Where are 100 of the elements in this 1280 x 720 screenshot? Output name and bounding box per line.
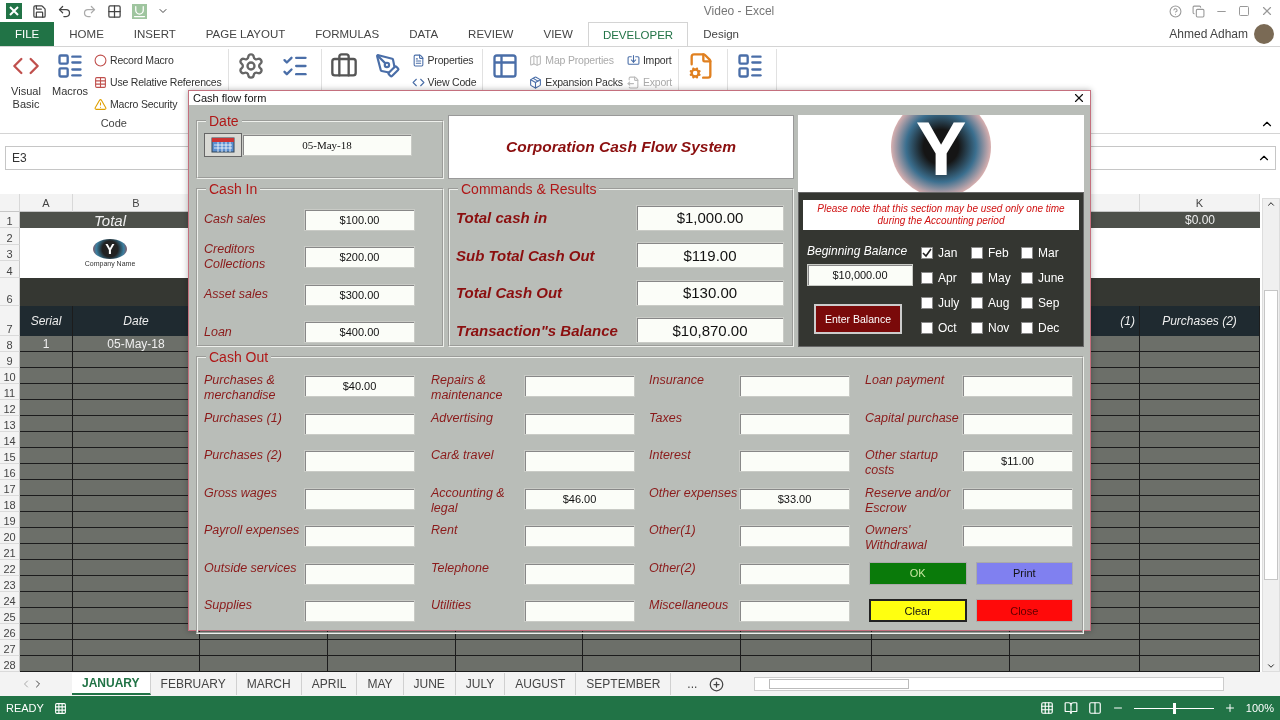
row-header[interactable]: 9	[0, 352, 20, 369]
row-header[interactable]: 4	[0, 261, 20, 279]
column-header[interactable]: A	[20, 194, 73, 212]
scroll-thumb[interactable]	[769, 679, 910, 689]
amount-field[interactable]	[524, 450, 635, 472]
result-field[interactable]: $130.00	[636, 279, 784, 306]
amount-field[interactable]	[962, 412, 1073, 435]
amount-field[interactable]	[304, 450, 415, 472]
column-header[interactable]: K	[1140, 194, 1260, 212]
amount-field[interactable]	[524, 412, 635, 435]
horizontal-scrollbar[interactable]	[754, 677, 1225, 691]
calendar-button[interactable]	[204, 133, 242, 157]
row-header[interactable]: 21	[0, 544, 20, 561]
amount-field[interactable]	[304, 562, 415, 585]
amount-field[interactable]	[524, 375, 635, 397]
amount-field[interactable]	[962, 375, 1073, 397]
ribbon-tab[interactable]: DEVELOPER	[587, 22, 689, 46]
amount-field[interactable]	[524, 525, 635, 547]
row-header[interactable]: 13	[0, 416, 20, 433]
toolbox-icon[interactable]	[329, 52, 358, 80]
form-button[interactable]: Close	[975, 599, 1073, 623]
row-header[interactable]: 12	[0, 400, 20, 417]
amount-field[interactable]: $40.00	[304, 375, 415, 397]
amount-field[interactable]	[739, 375, 850, 397]
vertical-scrollbar[interactable]	[1262, 198, 1280, 672]
row-header[interactable]: 24	[0, 592, 20, 609]
checkbox[interactable]	[1021, 296, 1033, 309]
ribbon-button[interactable]: Record Macro	[94, 51, 222, 69]
sheet-tab[interactable]: SEPTEMBER	[576, 673, 672, 695]
page-layout-icon[interactable]	[1063, 701, 1078, 715]
sheet-tab[interactable]: APRIL	[301, 673, 358, 695]
checkbox[interactable]	[921, 296, 933, 309]
row-header[interactable]: 22	[0, 560, 20, 577]
row-header[interactable]: 17	[0, 480, 20, 497]
amount-field[interactable]	[524, 562, 635, 585]
amount-field[interactable]	[304, 600, 415, 622]
sheet-tab[interactable]: AUGUST	[505, 673, 577, 695]
page-break-icon[interactable]	[1087, 701, 1102, 715]
checkbox[interactable]	[971, 296, 983, 309]
form-button[interactable]: Clear	[869, 599, 967, 623]
row-header[interactable]: 19	[0, 512, 20, 529]
row-header[interactable]: 26	[0, 624, 20, 641]
amount-field[interactable]: $11.00	[962, 450, 1073, 472]
visual-basic-button[interactable]: Visual Basic	[6, 49, 46, 117]
amount-field[interactable]: $46.00	[524, 487, 635, 510]
form-button[interactable]: OK	[869, 561, 967, 585]
row-header[interactable]: 14	[0, 432, 20, 449]
more-sheets[interactable]: ...	[687, 677, 698, 691]
ribbon-tab[interactable]: FILE	[0, 22, 55, 46]
amount-field[interactable]: $300.00	[304, 283, 415, 306]
list-icon[interactable]	[736, 52, 765, 80]
checkbox[interactable]	[1021, 271, 1033, 284]
sheet-tab[interactable]: JUNE	[403, 673, 456, 695]
result-field[interactable]: $119.00	[636, 242, 784, 269]
amount-field[interactable]	[739, 525, 850, 547]
save-icon[interactable]	[32, 3, 47, 19]
amount-field[interactable]	[304, 487, 415, 510]
help-icon[interactable]	[1169, 4, 1182, 18]
amount-field[interactable]	[739, 600, 850, 622]
redo-icon[interactable]	[82, 3, 97, 19]
zoom-level[interactable]: 100%	[1245, 702, 1274, 714]
normal-view-icon[interactable]	[1039, 701, 1054, 715]
row-header[interactable]: 7	[0, 306, 20, 337]
checkbox[interactable]	[921, 321, 933, 334]
maximize-icon[interactable]	[1238, 5, 1250, 17]
ribbon-button[interactable]: Properties	[411, 51, 477, 69]
amount-field[interactable]	[962, 487, 1073, 510]
sheet-tab[interactable]: FEBRUARY	[150, 673, 237, 695]
row-header[interactable]: 23	[0, 576, 20, 593]
amount-field[interactable]	[739, 562, 850, 585]
checkbox[interactable]	[971, 271, 983, 284]
row-header[interactable]: 8	[0, 336, 20, 353]
close-icon[interactable]	[1072, 91, 1086, 105]
balance-field[interactable]: $10,000.00	[807, 264, 913, 286]
amount-field[interactable]: $400.00	[304, 321, 415, 344]
amount-field[interactable]: $200.00	[304, 246, 415, 269]
row-header[interactable]: 6	[0, 278, 20, 307]
row-header[interactable]: 11	[0, 384, 20, 401]
row-header[interactable]: 25	[0, 608, 20, 625]
row-header[interactable]: 28	[0, 656, 20, 673]
date-field[interactable]: 05-May-18	[242, 134, 412, 156]
amount-field[interactable]: $100.00	[304, 208, 415, 231]
sheet-tab[interactable]: MAY	[357, 673, 404, 695]
row-header[interactable]: 27	[0, 640, 20, 657]
result-field[interactable]: $10,870.00	[636, 317, 784, 344]
scroll-down-icon[interactable]	[1266, 661, 1276, 671]
result-field[interactable]: $1,000.00	[636, 204, 784, 231]
sheet-tab[interactable]: JULY	[455, 673, 506, 695]
restore-ribbon-icon[interactable]	[1192, 4, 1205, 18]
user-name[interactable]: Ahmed Adham	[1169, 27, 1248, 41]
underline-icon[interactable]	[132, 3, 147, 19]
ribbon-button[interactable]: Import	[626, 51, 673, 69]
ribbon-button[interactable]: Use Relative References	[94, 73, 222, 91]
new-sheet-icon[interactable]	[709, 676, 725, 692]
ribbon-button[interactable]: View Code	[411, 73, 477, 91]
amount-field[interactable]: $33.00	[739, 487, 850, 510]
amount-field[interactable]	[739, 412, 850, 435]
amount-field[interactable]	[524, 600, 635, 622]
borders-icon[interactable]	[107, 3, 122, 19]
row-header[interactable]: 16	[0, 464, 20, 481]
